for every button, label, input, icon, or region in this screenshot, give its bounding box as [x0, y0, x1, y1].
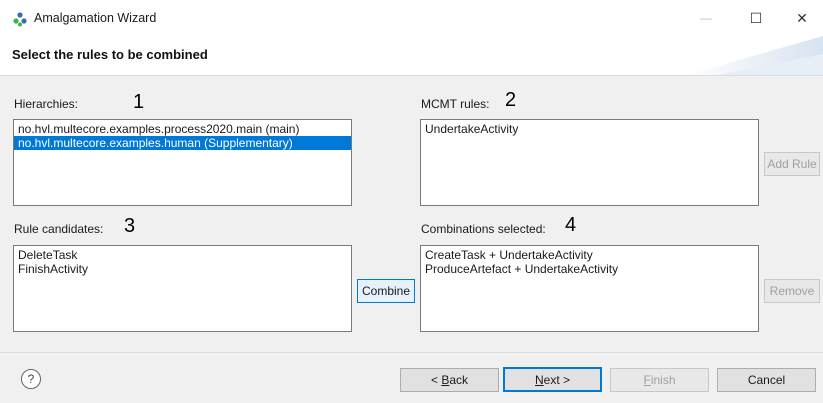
next-button[interactable]: Next >	[503, 367, 602, 392]
list-item[interactable]: FinishActivity	[14, 262, 351, 276]
minimize-button[interactable]: —	[683, 0, 729, 36]
list-item[interactable]: ProduceArtefact + UndertakeActivity	[421, 262, 758, 276]
annotation-number-2: 2	[505, 89, 517, 111]
footer-divider	[0, 352, 823, 353]
list-item[interactable]: DeleteTask	[14, 248, 351, 262]
next-mnemonic: N	[534, 372, 544, 387]
close-button[interactable]: ✕	[779, 0, 823, 36]
finish-rest: inish	[650, 373, 676, 387]
hierarchies-label: Hierarchies:	[14, 97, 79, 111]
combine-button[interactable]: Combine	[357, 279, 415, 303]
page-title: Select the rules to be combined	[12, 47, 208, 62]
rule-candidates-list[interactable]: DeleteTask FinishActivity	[13, 245, 352, 332]
next-rest: ext >	[543, 372, 571, 387]
mcmt-rules-list[interactable]: UndertakeActivity	[420, 119, 759, 206]
add-rule-button[interactable]: Add Rule	[764, 152, 820, 176]
list-item[interactable]: CreateTask + UndertakeActivity	[421, 248, 758, 262]
maximize-button[interactable]: ☐	[733, 0, 779, 36]
finish-button[interactable]: Finish	[610, 368, 709, 392]
back-rest: ack	[449, 373, 469, 387]
combinations-selected-label: Combinations selected:	[421, 222, 546, 236]
list-item-selected[interactable]: no.hvl.multecore.examples.human (Supplem…	[14, 136, 351, 150]
cancel-button[interactable]: Cancel	[717, 368, 816, 392]
amalgamation-app-icon	[13, 12, 27, 27]
header-banner-graphic	[686, 36, 823, 75]
finish-mnemonic: F	[643, 373, 651, 387]
back-mnemonic: B	[441, 373, 450, 387]
list-item[interactable]: no.hvl.multecore.examples.process2020.ma…	[14, 122, 351, 136]
mcmt-rules-label: MCMT rules:	[421, 97, 490, 111]
back-button[interactable]: < Back	[400, 368, 499, 392]
help-icon[interactable]: ?	[21, 369, 41, 389]
remove-button[interactable]: Remove	[764, 279, 820, 303]
annotation-number-3: 3	[124, 215, 136, 237]
wizard-header: Select the rules to be combined	[0, 36, 823, 76]
window-title: Amalgamation Wizard	[34, 11, 157, 25]
annotation-number-1: 1	[133, 91, 145, 113]
combinations-list[interactable]: CreateTask + UndertakeActivity ProduceAr…	[420, 245, 759, 332]
hierarchies-list[interactable]: no.hvl.multecore.examples.process2020.ma…	[13, 119, 352, 206]
annotation-number-4: 4	[565, 214, 577, 236]
rule-candidates-label: Rule candidates:	[14, 222, 104, 236]
list-item[interactable]: UndertakeActivity	[421, 122, 758, 136]
back-prefix: <	[430, 373, 442, 387]
